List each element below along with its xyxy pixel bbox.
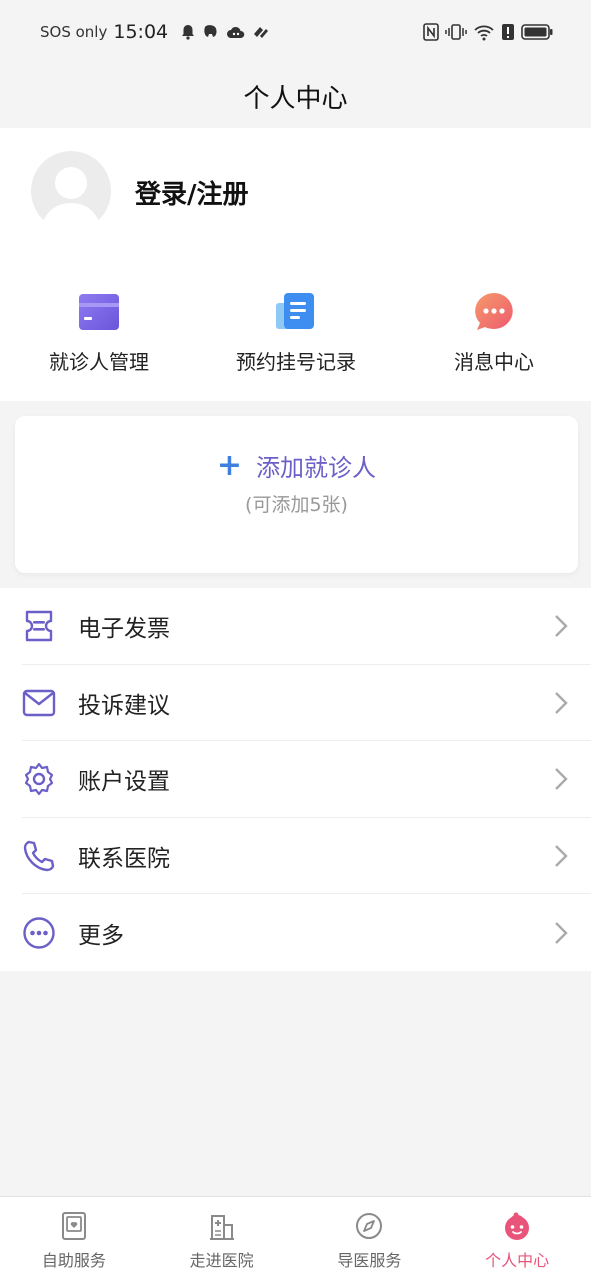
link-app-icon — [254, 27, 269, 38]
menu-item-invoice[interactable]: 电子发票 — [0, 588, 591, 665]
compass-icon — [356, 1213, 383, 1239]
chat-bubble-icon — [475, 293, 513, 330]
page-title: 个人中心 — [243, 83, 348, 114]
add-patient-card[interactable]: + 添加就诊人 (可添加5张) — [15, 416, 578, 573]
phone-icon — [23, 840, 55, 872]
cloud-app-icon — [227, 26, 245, 38]
appointment-records-button[interactable]: 预约挂号记录 — [206, 290, 386, 375]
tab-guide-service[interactable]: 导医服务 — [296, 1197, 444, 1280]
tab-label: 个人中心 — [485, 1251, 550, 1270]
menu-item-label: 账户设置 — [78, 769, 170, 796]
elephant-app-icon — [204, 25, 217, 37]
status-clock: 15:04 — [113, 21, 169, 43]
tab-label: 走进医院 — [189, 1251, 254, 1270]
nfc-icon — [423, 23, 439, 41]
mail-icon — [22, 689, 56, 717]
add-patient-limit: (可添加5张) — [245, 494, 348, 516]
menu-item-more[interactable]: 更多 — [0, 894, 591, 971]
quick-action-label: 预约挂号记录 — [236, 350, 356, 374]
hospital-icon — [209, 1215, 234, 1240]
tab-label: 自助服务 — [41, 1251, 106, 1270]
menu-item-contact-hospital[interactable]: 联系医院 — [0, 818, 591, 895]
profile-face-icon — [505, 1212, 530, 1240]
chevron-right-icon — [555, 692, 568, 714]
message-center-button[interactable]: 消息中心 — [404, 290, 584, 375]
self-service-icon — [61, 1212, 86, 1240]
avatar[interactable] — [31, 151, 111, 231]
menu-item-account-settings[interactable]: 账户设置 — [0, 741, 591, 818]
chevron-right-icon — [555, 768, 568, 791]
add-patient-title: + 添加就诊人 — [15, 448, 578, 483]
patient-management-button[interactable]: 就诊人管理 — [9, 290, 189, 375]
tab-hospital[interactable]: 走进医院 — [148, 1197, 296, 1280]
menu-item-label: 联系医院 — [78, 846, 170, 873]
tab-personal-center[interactable]: 个人中心 — [443, 1197, 591, 1280]
gear-icon — [24, 763, 54, 796]
carrier-label: SOS only — [40, 23, 108, 41]
quick-action-label: 就诊人管理 — [49, 350, 149, 374]
chevron-right-icon — [555, 845, 568, 867]
bell-icon — [182, 25, 195, 40]
login-register-link[interactable]: 登录/注册 — [135, 174, 249, 211]
page-header: 个人中心 — [0, 64, 591, 128]
menu-item-label: 电子发票 — [78, 616, 170, 643]
add-patient-label: 添加就诊人 — [256, 454, 377, 482]
chevron-right-icon — [555, 615, 568, 638]
tab-self-service[interactable]: 自助服务 — [0, 1197, 148, 1280]
bottom-tab-bar: 自助服务 走进医院 导医服务 个人中心 — [0, 1196, 591, 1280]
tab-label: 导医服务 — [337, 1251, 402, 1270]
vibrate-icon — [445, 24, 467, 40]
menu-item-label: 更多 — [78, 922, 124, 949]
document-icon — [276, 293, 314, 329]
invoice-icon — [25, 611, 53, 642]
settings-menu: 电子发票 投诉建议 账户设置 联系医院 更多 — [0, 588, 591, 971]
card-icon — [79, 294, 119, 330]
wifi-icon — [474, 25, 494, 41]
status-bar: SOS only 15:04 — [0, 0, 591, 64]
status-right — [423, 23, 553, 41]
more-icon — [23, 916, 55, 949]
user-avatar-icon — [41, 167, 101, 231]
alert-icon — [502, 24, 514, 40]
menu-item-label: 投诉建议 — [78, 692, 170, 719]
plus-icon: + — [216, 447, 243, 483]
menu-item-feedback[interactable]: 投诉建议 — [0, 665, 591, 742]
quick-action-label: 消息中心 — [454, 350, 534, 374]
battery-icon — [521, 24, 553, 40]
status-left: SOS only 15:04 — [40, 21, 270, 43]
chevron-right-icon — [555, 921, 568, 944]
quick-actions: 就诊人管理 预约挂号记录 消息中心 — [0, 290, 591, 380]
